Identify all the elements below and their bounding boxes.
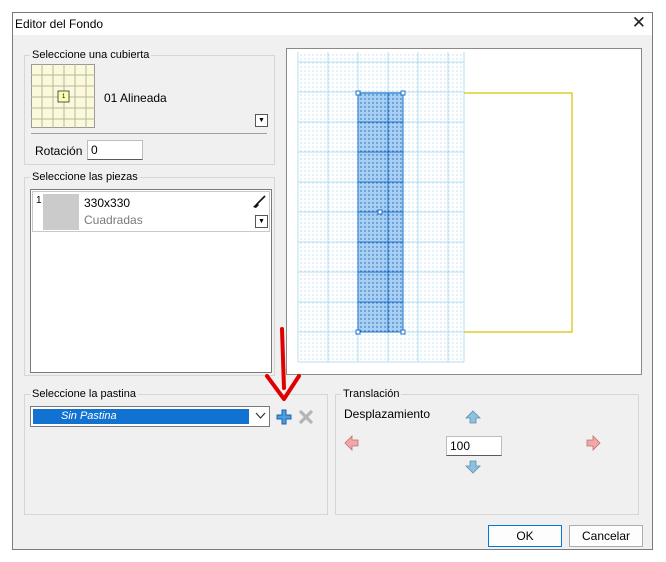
brush-icon[interactable] bbox=[251, 195, 267, 209]
preview-canvas[interactable] bbox=[286, 48, 642, 375]
chevron-down-icon bbox=[255, 412, 266, 419]
pieza-dropdown-icon[interactable]: ▼ bbox=[255, 215, 268, 228]
thumb-marker: 1 bbox=[62, 94, 66, 100]
cubierta-thumbnail[interactable]: 1 bbox=[31, 64, 95, 128]
pieza-swatch bbox=[43, 194, 79, 230]
piezas-group-label: Seleccione las piezas bbox=[30, 171, 140, 183]
arrow-up-icon[interactable] bbox=[465, 410, 481, 424]
pastina-select[interactable]: Sin Pastina bbox=[30, 406, 270, 427]
cubierta-group-label: Seleccione una cubierta bbox=[30, 49, 152, 61]
rotacion-label: Rotación bbox=[35, 144, 83, 158]
pastina-group-label: Seleccione la pastina bbox=[30, 388, 138, 400]
arrow-right-icon[interactable] bbox=[586, 435, 601, 451]
cancel-button[interactable]: Cancelar bbox=[569, 525, 643, 547]
pastina-selected: Sin Pastina bbox=[61, 410, 117, 422]
cubierta-selected-name: 01 Alineada bbox=[104, 91, 167, 105]
pieza-size: 330x330 bbox=[84, 196, 131, 210]
close-icon[interactable]: ✕ bbox=[632, 14, 646, 32]
pieza-index: 1 bbox=[36, 195, 42, 206]
desplazamiento-label: Desplazamiento bbox=[344, 407, 431, 421]
pieza-type: Cuadradas bbox=[84, 213, 143, 227]
arrow-left-icon[interactable] bbox=[344, 435, 359, 451]
x-icon[interactable] bbox=[298, 409, 314, 425]
cubierta-dropdown-icon[interactable]: ▼ bbox=[255, 114, 268, 127]
rotacion-input[interactable]: 0 bbox=[87, 140, 143, 160]
tile-preview bbox=[297, 52, 573, 363]
plus-icon[interactable] bbox=[276, 409, 292, 425]
window-title: Editor del Fondo bbox=[15, 17, 104, 31]
title-bar: Editor del Fondo ✕ bbox=[13, 13, 652, 35]
desplazamiento-input[interactable]: 100 bbox=[446, 436, 502, 456]
ok-button[interactable]: OK bbox=[488, 525, 562, 547]
pastina-selection: Sin Pastina bbox=[33, 409, 249, 424]
annotation-arrow-icon bbox=[265, 327, 301, 401]
arrow-down-icon[interactable] bbox=[465, 460, 481, 474]
translacion-group-label: Translación bbox=[341, 388, 402, 400]
list-item[interactable]: 1 330x330 Cuadradas ▼ bbox=[32, 191, 270, 232]
divider bbox=[31, 133, 267, 134]
